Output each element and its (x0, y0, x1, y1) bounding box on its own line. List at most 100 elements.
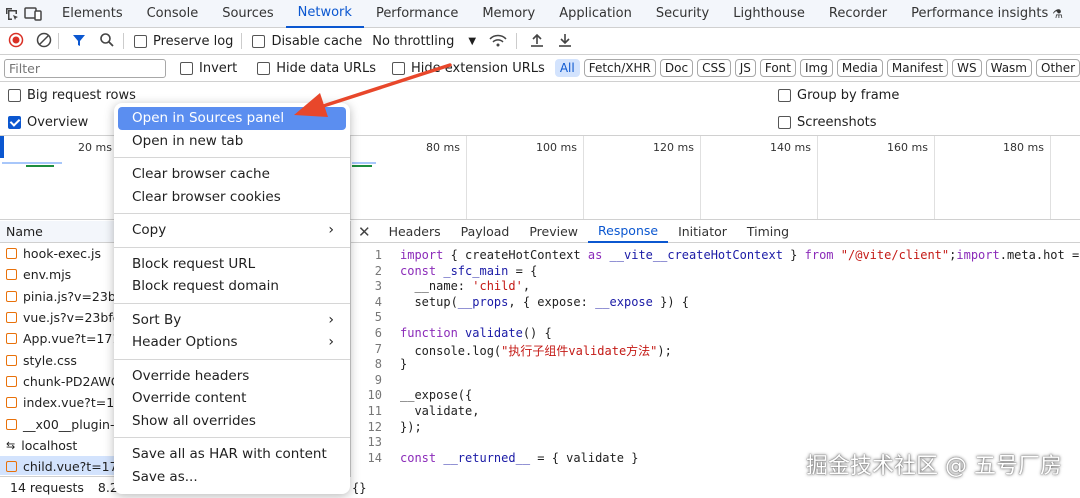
menu-item-label: Open in new tab (132, 132, 244, 149)
detail-tab-initiator[interactable]: Initiator (668, 221, 737, 243)
checkbox[interactable] (778, 115, 791, 129)
menu-item-open-in-sources-panel[interactable]: Open in Sources panel (118, 107, 346, 130)
checkbox[interactable] (180, 61, 193, 75)
tab-security[interactable]: Security (644, 0, 721, 28)
filter-chip-ws[interactable]: WS (952, 59, 982, 77)
menu-item-open-in-new-tab[interactable]: Open in new tab (118, 130, 346, 153)
invert-checkbox[interactable]: Invert (180, 61, 237, 76)
timeline-bar (352, 162, 376, 164)
timeline-bar (352, 165, 372, 167)
checkbox[interactable] (778, 89, 791, 102)
menu-item-header-options[interactable]: Header Options › (118, 331, 346, 354)
checkbox[interactable] (391, 61, 405, 75)
big-request-rows-label: Big request rows (27, 88, 136, 103)
hide-extension-urls-checkbox[interactable]: Hide extension URLs (391, 61, 545, 76)
menu-item-save-as[interactable]: Save as... (118, 466, 346, 489)
detail-tab-payload[interactable]: Payload (451, 221, 520, 243)
tab-network[interactable]: Network (285, 0, 364, 28)
filter-chip-img[interactable]: Img (799, 59, 833, 77)
menu-item-label: Sort By (132, 311, 182, 328)
menu-separator (114, 358, 350, 360)
script-file-icon (6, 248, 17, 260)
checkbox-checked[interactable] (8, 115, 21, 129)
filter-chip-wasm[interactable]: Wasm (985, 59, 1032, 77)
tab-memory[interactable]: Memory (470, 0, 547, 28)
pretty-print-icon[interactable]: {} (352, 481, 366, 495)
script-file-icon (6, 461, 17, 473)
detail-tab-response[interactable]: Response (588, 221, 669, 243)
detail-tab-headers[interactable]: Headers (379, 221, 451, 243)
timeline-tick: 20 ms (78, 141, 112, 154)
checkbox[interactable] (252, 34, 266, 48)
clear-icon[interactable] (36, 32, 52, 51)
tab-performance-insights[interactable]: Performance insights ⚗ (899, 0, 1075, 28)
response-code-view[interactable]: 1 import { createHotContext as __vite__cr… (350, 248, 1080, 476)
filter-chip-manifest[interactable]: Manifest (886, 59, 949, 77)
screenshots-checkbox[interactable]: Screenshots (778, 115, 877, 130)
hide-data-urls-checkbox[interactable]: Hide data URLs (257, 61, 376, 76)
filter-input[interactable] (4, 58, 166, 78)
filter-chip-js[interactable]: JS (734, 59, 756, 77)
menu-item-clear-browser-cache[interactable]: Clear browser cache (118, 163, 346, 186)
request-name: pinia.js?v=23bfe (23, 288, 128, 304)
group-by-frame-checkbox[interactable]: Group by frame (778, 88, 899, 103)
filter-chip-css[interactable]: CSS (697, 59, 731, 77)
menu-separator (114, 437, 350, 438)
tab-elements[interactable]: Elements (50, 0, 135, 28)
big-request-rows-checkbox[interactable]: Big request rows (8, 88, 136, 103)
menu-item-sort-by[interactable]: Sort By › (118, 309, 346, 332)
tab-recorder[interactable]: Recorder (817, 0, 899, 28)
filter-icon[interactable] (71, 32, 87, 51)
menu-item-show-all-overrides[interactable]: Show all overrides (118, 410, 346, 433)
close-icon[interactable]: ✕ (350, 223, 379, 241)
menu-item-save-all-as-har-with-content[interactable]: Save all as HAR with content (118, 443, 346, 466)
script-file-icon (6, 375, 17, 387)
menu-item-clear-browser-cookies[interactable]: Clear browser cookies (118, 186, 346, 209)
search-icon[interactable] (99, 32, 115, 51)
request-name: env.mjs (23, 267, 72, 283)
device-toolbar-icon[interactable] (24, 3, 42, 25)
name-column-header[interactable]: Name (6, 224, 43, 239)
menu-item-override-headers[interactable]: Override headers (118, 365, 346, 388)
chevron-right-icon: › (328, 311, 334, 328)
detail-tab-preview[interactable]: Preview (519, 221, 588, 243)
timeline-marker (0, 136, 4, 158)
timeline-tick: 140 ms (700, 136, 817, 219)
network-toolbar: Preserve log Disable cache No throttling… (0, 28, 1080, 55)
inspect-element-icon[interactable] (4, 3, 20, 25)
tab-console[interactable]: Console (135, 0, 211, 28)
menu-item-override-content[interactable]: Override content (118, 387, 346, 410)
detail-tab-timing[interactable]: Timing (737, 221, 799, 243)
checkbox[interactable] (257, 61, 271, 75)
filter-chip-font[interactable]: Font (759, 59, 796, 77)
overview-checkbox[interactable]: Overview (8, 115, 88, 130)
tab-sources[interactable]: Sources (210, 0, 285, 28)
menu-item-block-request-url[interactable]: Block request URL (118, 253, 346, 276)
checkbox[interactable] (8, 89, 21, 102)
filter-chip-doc[interactable]: Doc (659, 59, 694, 77)
throttling-select[interactable]: No throttling ▼ (372, 34, 476, 49)
record-icon[interactable] (8, 32, 24, 51)
tab-ed[interactable]: Ed (1075, 0, 1080, 28)
document-icon: ⇆ (6, 438, 16, 452)
tab-lighthouse[interactable]: Lighthouse (721, 0, 817, 28)
filter-chip-fetchxhr[interactable]: Fetch/XHR (583, 59, 656, 77)
checkbox[interactable] (134, 34, 147, 48)
timeline-tick: 120 ms (583, 136, 700, 219)
filter-chip-all[interactable]: All (554, 59, 580, 77)
menu-item-copy[interactable]: Copy › (118, 219, 346, 242)
import-har-icon[interactable] (529, 32, 545, 51)
menu-item-label: Block request URL (132, 255, 256, 272)
menu-separator (114, 213, 350, 214)
tab-performance[interactable]: Performance (364, 0, 470, 28)
disable-cache-label: Disable cache (271, 33, 363, 49)
preserve-log-checkbox[interactable]: Preserve log (134, 34, 233, 49)
network-conditions-icon[interactable] (488, 32, 508, 51)
filter-chip-other[interactable]: Other (1036, 59, 1080, 77)
menu-item-block-request-domain[interactable]: Block request domain (118, 275, 346, 298)
export-har-icon[interactable] (557, 32, 573, 51)
request-name: __x00__plugin-v (23, 416, 122, 432)
filter-chip-media[interactable]: Media (836, 59, 883, 77)
tab-application[interactable]: Application (547, 0, 644, 28)
disable-cache-checkbox[interactable]: Disable cache (252, 34, 362, 49)
